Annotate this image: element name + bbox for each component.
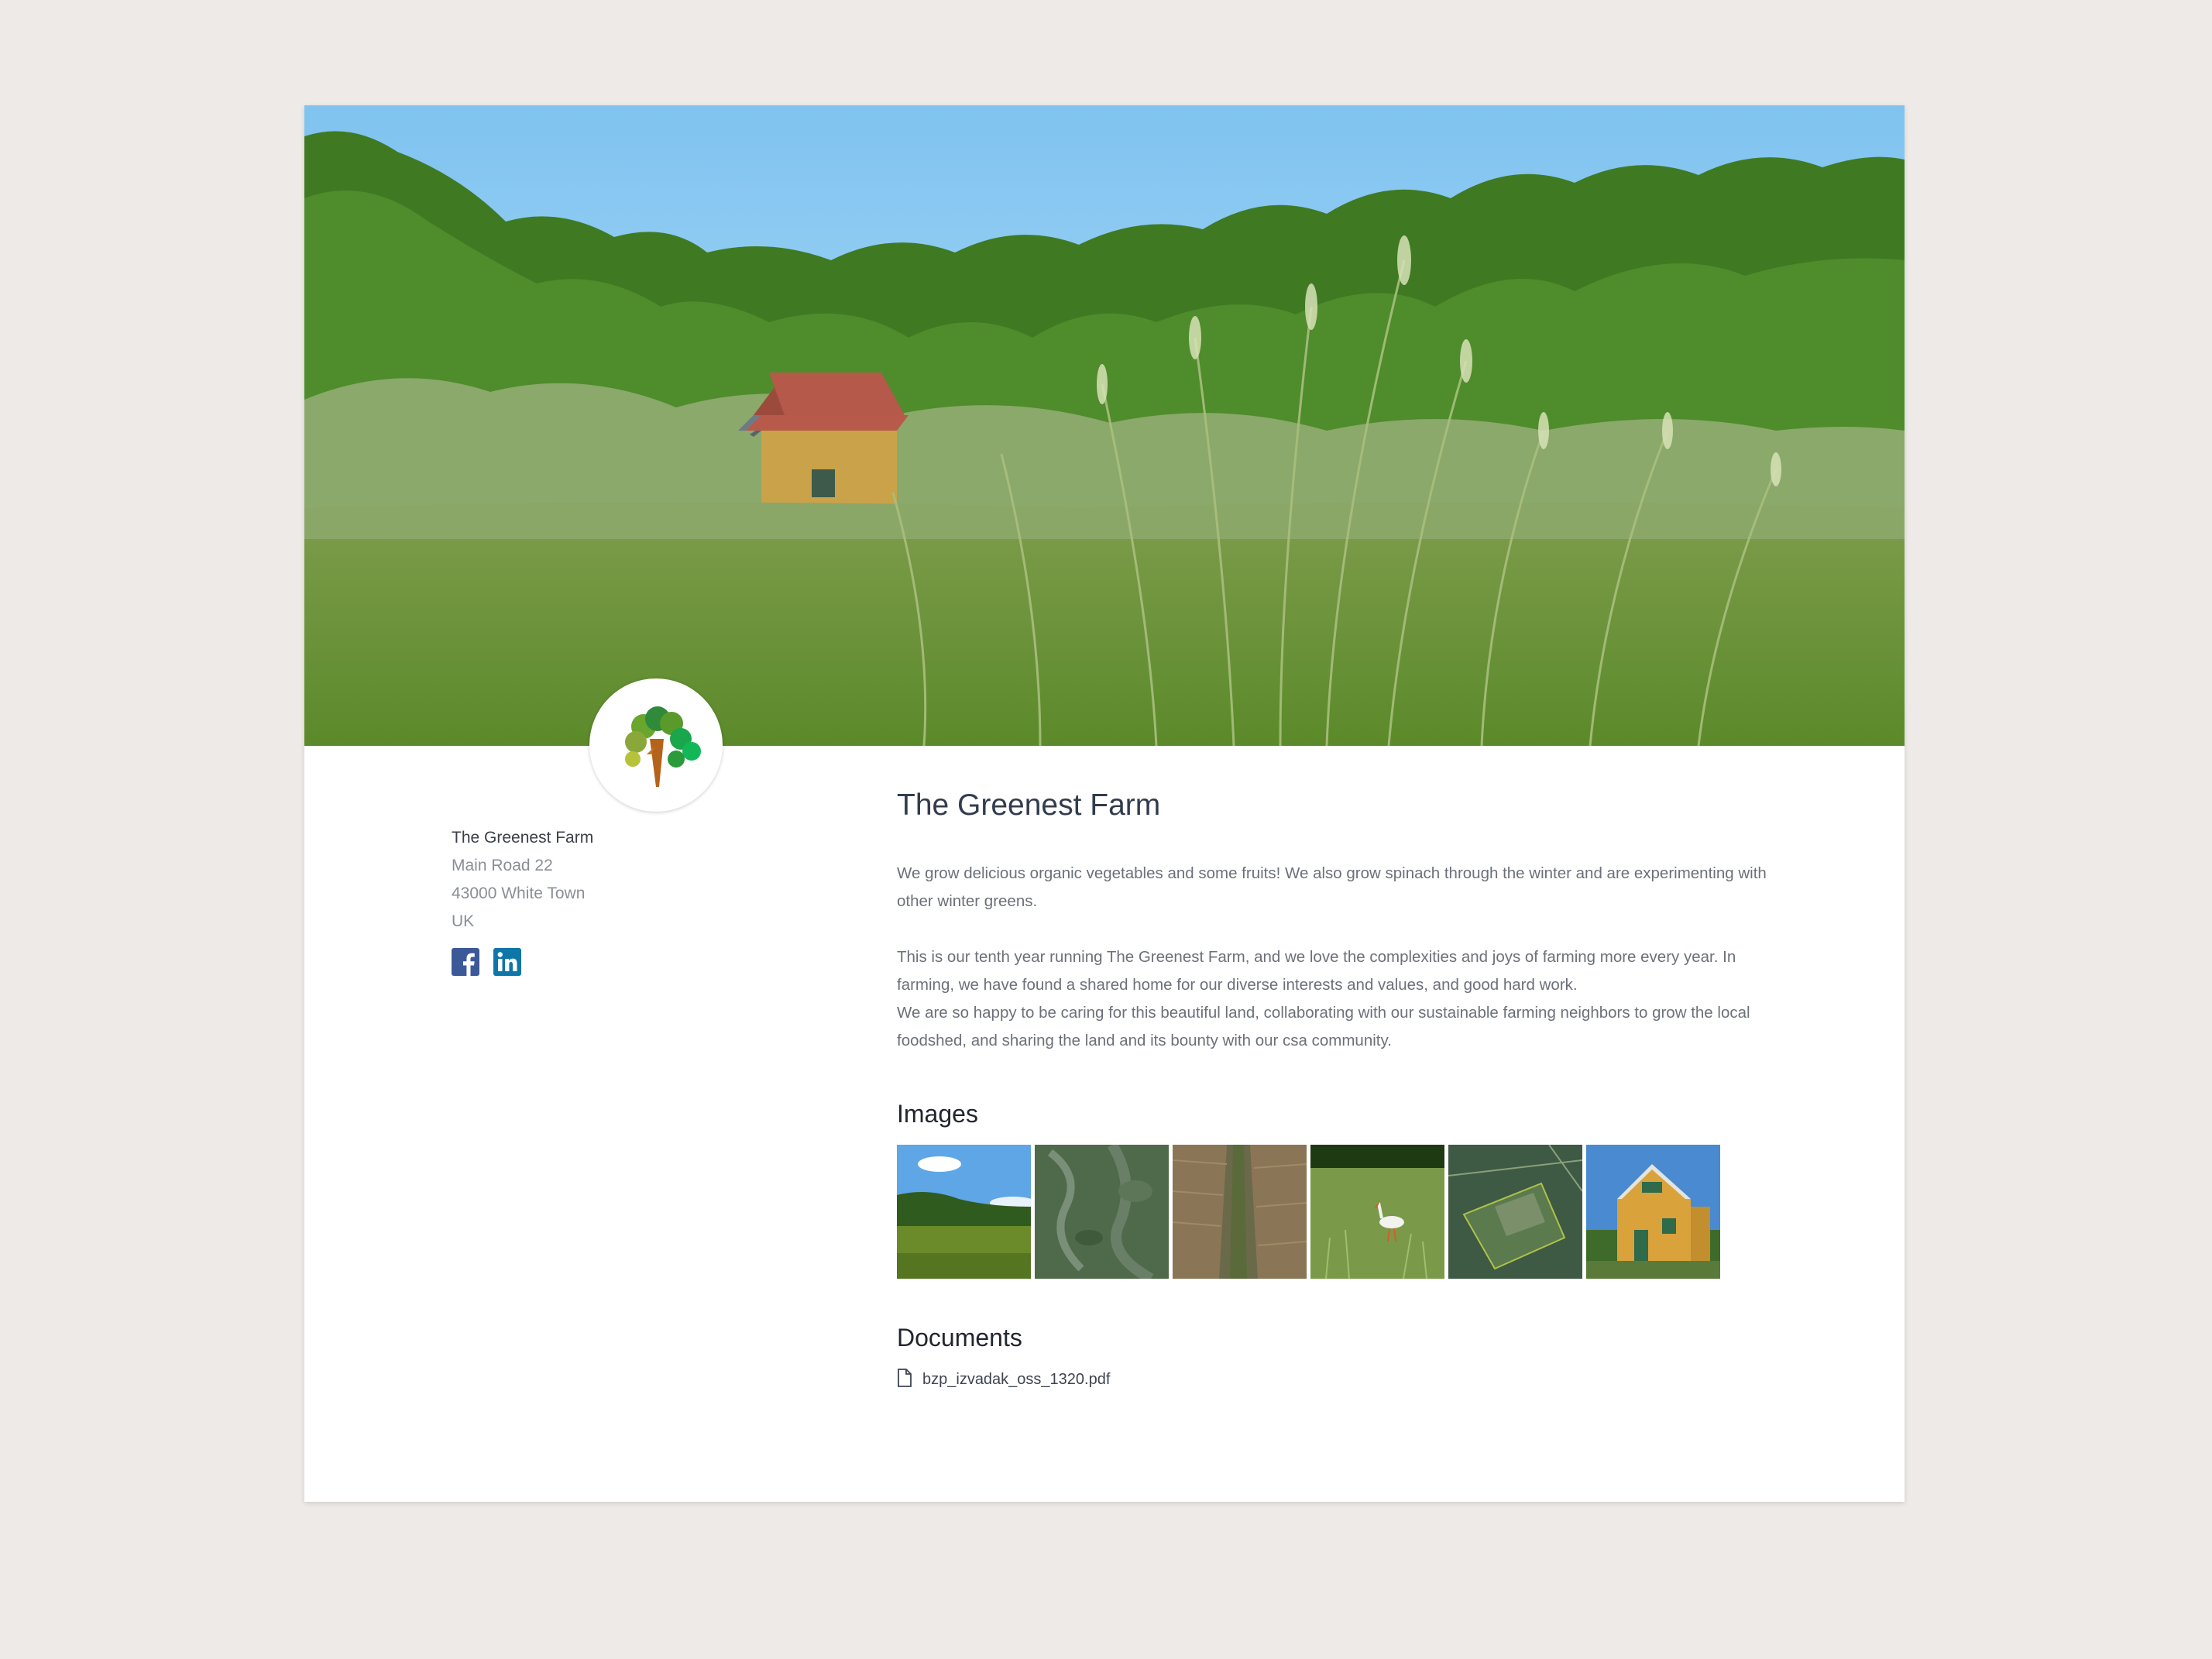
farm-name: The Greenest Farm: [452, 829, 594, 847]
description-paragraph: We are so happy to be caring for this be…: [897, 1004, 1750, 1049]
images-heading: Images: [897, 1100, 978, 1128]
image-gallery: [897, 1145, 1780, 1279]
farm-logo: [589, 678, 723, 812]
file-icon: [897, 1369, 912, 1391]
linkedin-icon[interactable]: [493, 948, 521, 976]
gallery-image-meadow[interactable]: [897, 1145, 1031, 1279]
gallery-image-stork[interactable]: [1310, 1145, 1444, 1279]
facebook-icon[interactable]: [452, 948, 479, 976]
gallery-image-dirt-path[interactable]: [1173, 1145, 1307, 1279]
address-city: 43000 White Town: [452, 884, 586, 902]
social-links: [452, 948, 839, 976]
farm-profile-card: The Greenest Farm Main Road 22 43000 Whi…: [304, 105, 1905, 1502]
page-title: The Greenest Farm: [897, 788, 1161, 822]
gallery-image-aerial-fields[interactable]: [1448, 1145, 1582, 1279]
documents-heading: Documents: [897, 1324, 1022, 1352]
farm-description: The Greenest Farm We grow delicious orga…: [897, 787, 1780, 1391]
document-link[interactable]: bzp_izvadak_oss_1320.pdf: [897, 1369, 1780, 1391]
address-street: Main Road 22: [452, 857, 553, 874]
farm-contact-info: The Greenest Farm Main Road 22 43000 Whi…: [452, 824, 839, 976]
description-paragraph: We grow delicious organic vegetables and…: [897, 864, 1767, 910]
gallery-image-yellow-cabin[interactable]: [1586, 1145, 1720, 1279]
address-country: UK: [452, 912, 475, 930]
document-name: bzp_izvadak_oss_1320.pdf: [922, 1371, 1111, 1388]
hero-banner-image: [304, 105, 1905, 746]
description-paragraph: This is our tenth year running The Green…: [897, 948, 1736, 994]
gallery-image-aerial-map[interactable]: [1035, 1145, 1169, 1279]
